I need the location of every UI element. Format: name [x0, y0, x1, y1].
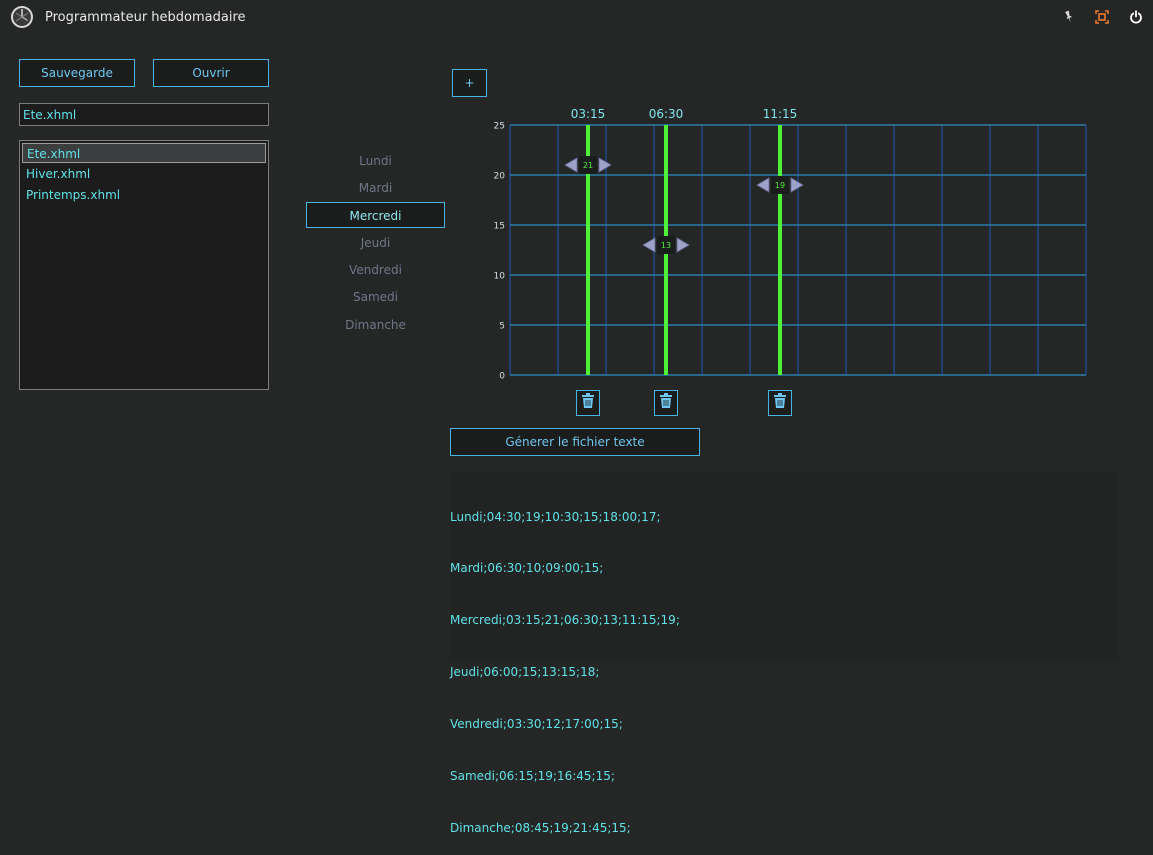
- window-title: Programmateur hebdomadaire: [45, 10, 246, 25]
- decrease-arrow-icon[interactable]: [642, 237, 656, 253]
- time-marker-label: 06:30: [649, 107, 684, 121]
- trash-icon: [773, 393, 787, 413]
- output-line: Vendredi;03:30;12;17:00;15;: [450, 717, 623, 732]
- day-item-dimanche[interactable]: Dimanche: [306, 312, 445, 338]
- y-tick-label: 10: [494, 272, 506, 282]
- trash-icon: [581, 393, 595, 413]
- day-item-jeudi[interactable]: Jeudi: [306, 230, 445, 256]
- trash-icon: [659, 393, 673, 413]
- output-line: Lundi;04:30;19;10:30;15;18:00;17;: [450, 509, 661, 524]
- day-item-mercredi[interactable]: Mercredi: [306, 202, 445, 228]
- increase-arrow-icon[interactable]: [598, 157, 612, 173]
- output-line: Samedi;06:15;19;16:45;15;: [450, 769, 615, 784]
- decrease-arrow-icon[interactable]: [564, 157, 578, 173]
- generate-text-file-button[interactable]: Génerer le fichier texte: [450, 428, 700, 456]
- pin-icon[interactable]: [1058, 6, 1080, 28]
- marker-value-label: 19: [775, 181, 785, 190]
- decrease-arrow-icon[interactable]: [756, 177, 770, 193]
- save-button[interactable]: Sauvegarde: [19, 59, 135, 87]
- output-line: Dimanche;08:45;19;21:45;15;: [450, 820, 631, 835]
- y-tick-label: 20: [494, 172, 506, 182]
- day-item-mardi[interactable]: Mardi: [306, 175, 445, 201]
- day-item-vendredi[interactable]: Vendredi: [306, 257, 445, 283]
- filename-input[interactable]: [19, 103, 269, 126]
- day-item-lundi[interactable]: Lundi: [306, 148, 445, 174]
- y-tick-label: 25: [494, 122, 505, 132]
- app-logo-icon: [10, 5, 34, 29]
- power-icon[interactable]: [1125, 6, 1147, 28]
- marker-value-label: 13: [661, 241, 671, 250]
- file-list[interactable]: Ete.xhml Hiver.xhml Printemps.xhml: [19, 140, 269, 390]
- file-list-item[interactable]: Ete.xhml: [22, 143, 266, 163]
- add-marker-button[interactable]: +: [452, 69, 487, 97]
- y-tick-label: 0: [499, 372, 505, 382]
- delete-marker-button[interactable]: [654, 390, 678, 416]
- file-list-item[interactable]: Hiver.xhml: [22, 164, 266, 184]
- file-list-item[interactable]: Printemps.xhml: [22, 185, 266, 205]
- output-line: Mardi;06:30;10;09:00;15;: [450, 561, 604, 576]
- maximize-icon[interactable]: [1091, 6, 1113, 28]
- schedule-chart[interactable]: 0 5 10 15 20 25 03:15 21 06:30 13 11:15 19: [450, 100, 1110, 385]
- increase-arrow-icon[interactable]: [790, 177, 804, 193]
- time-marker-label: 03:15: [571, 107, 606, 121]
- output-text-area[interactable]: Lundi;04:30;19;10:30;15;18:00;17; Mardi;…: [450, 472, 1118, 835]
- day-item-samedi[interactable]: Samedi: [306, 284, 445, 310]
- output-line: Jeudi;06:00;15;13:15;18;: [450, 665, 600, 680]
- output-line: Mercredi;03:15;21;06:30;13;11:15;19;: [450, 613, 680, 628]
- y-tick-label: 15: [494, 222, 505, 232]
- marker-value-label: 21: [583, 161, 593, 170]
- delete-marker-button[interactable]: [576, 390, 600, 416]
- time-marker-label: 11:15: [763, 107, 798, 121]
- open-button[interactable]: Ouvrir: [153, 59, 269, 87]
- delete-marker-button[interactable]: [768, 390, 792, 416]
- increase-arrow-icon[interactable]: [676, 237, 690, 253]
- y-tick-label: 5: [499, 322, 505, 332]
